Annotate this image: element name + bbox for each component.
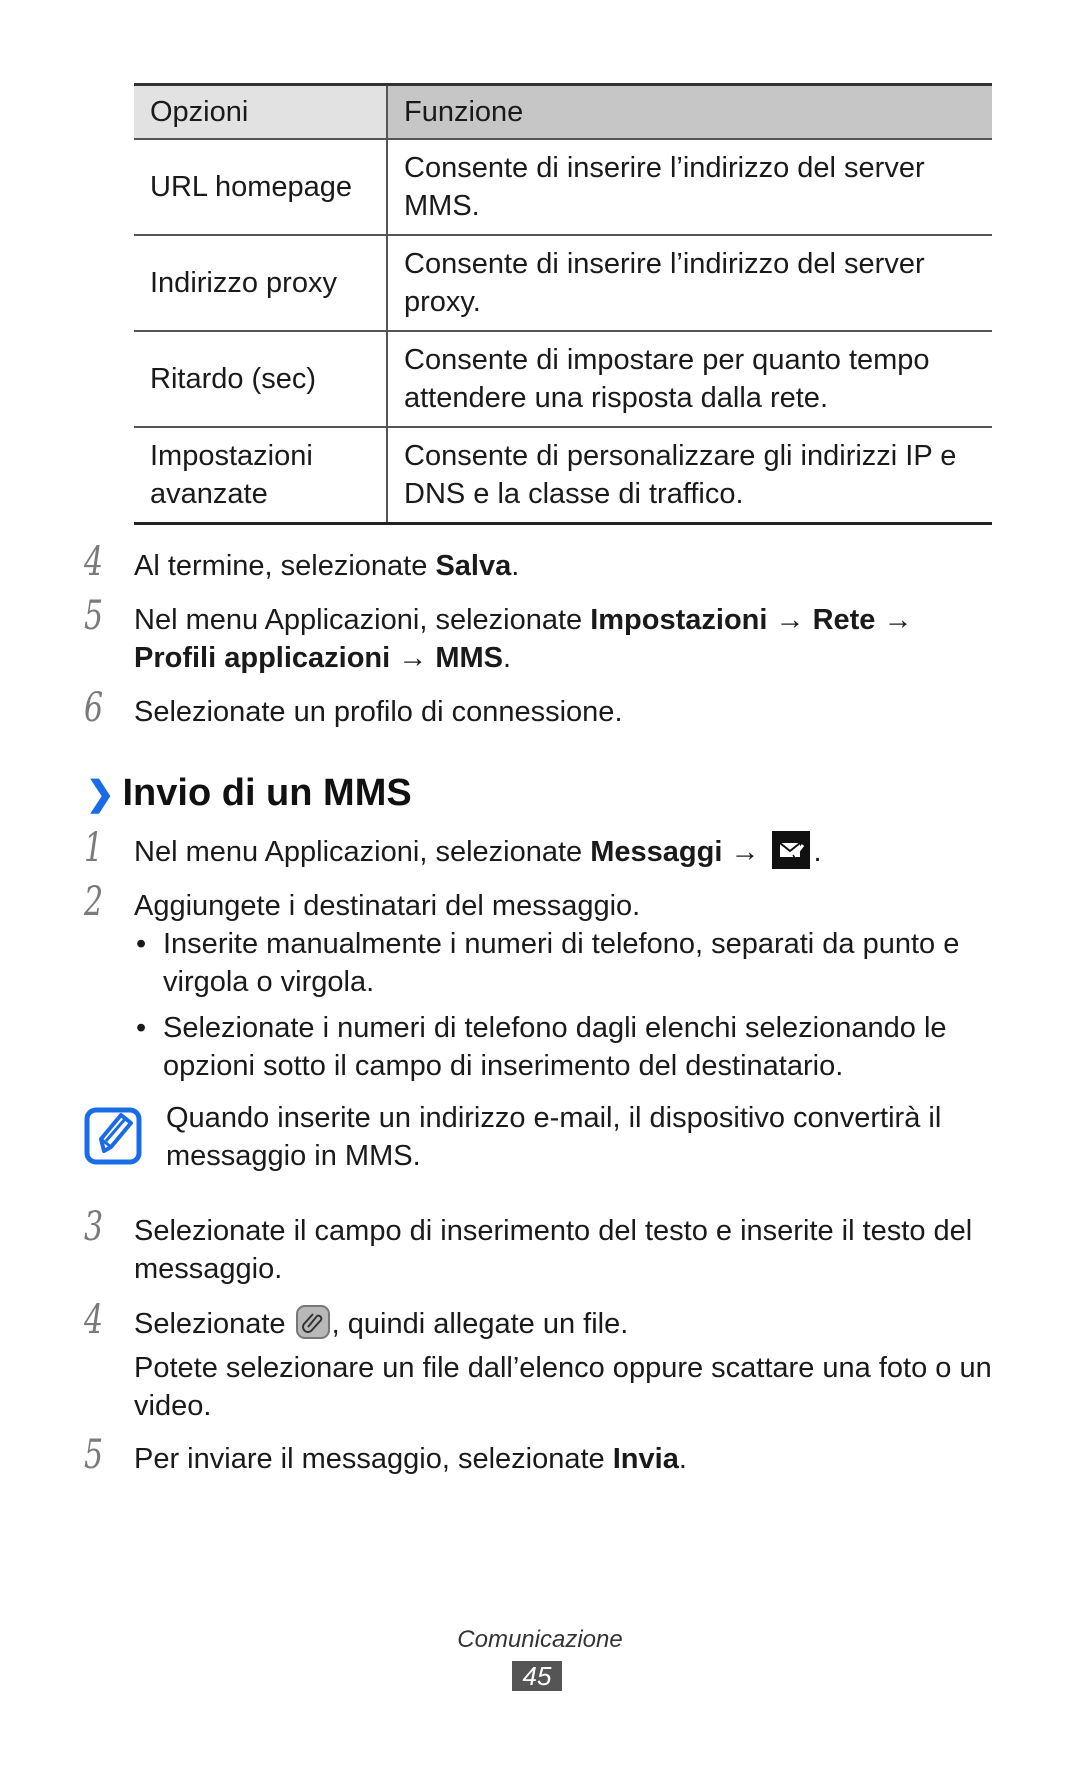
step-5-settings-path: 5 Nel menu Applicazioni, selezionate Imp… — [84, 593, 913, 674]
function-cell: Consente di inserire l’indirizzo del ser… — [404, 248, 925, 318]
bullet-item: • Inserite manualmente i numeri di telef… — [134, 925, 994, 1001]
header-function: Funzione — [387, 84, 992, 139]
option-cell: Impostazioni avanzate — [134, 427, 388, 524]
step-detail: Potete selezionare un file dall’elenco o… — [134, 1352, 992, 1422]
step-number: 1 — [84, 825, 104, 871]
option-cell: Indirizzo proxy — [134, 235, 388, 331]
step-5-send: 5 Per inviare il messaggio, selezionate … — [84, 1432, 687, 1478]
step-number: 3 — [84, 1204, 104, 1250]
option-cell: URL homepage — [134, 139, 388, 235]
step-4-attach-file: 4 Selezionate , quindi allegate un file.… — [84, 1300, 994, 1425]
table-row: URL homepage Consente di inserire l’indi… — [134, 139, 992, 235]
messages-label: Messaggi — [590, 836, 723, 868]
save-label: Salva — [435, 550, 512, 582]
attach-icon — [295, 1305, 330, 1340]
arrow-icon: → — [390, 642, 436, 674]
footer-section-label: Comunicazione — [457, 1626, 623, 1653]
function-cell: Consente di impostare per quanto tempo a… — [404, 344, 930, 414]
note-pencil-icon — [84, 1107, 142, 1165]
page-number: 45 — [512, 1661, 562, 1691]
options-table: Opzioni Funzione URL homepage Consente d… — [134, 83, 992, 525]
function-cell: Consente di inserire l’indirizzo del ser… — [404, 152, 925, 222]
function-cell: Consente di personalizzare gli indirizzi… — [404, 440, 957, 510]
step-1-open-messages: 1 Nel menu Applicazioni, selezionate Mes… — [84, 825, 822, 871]
send-label: Invia — [612, 1443, 679, 1475]
step-number: 2 — [84, 879, 104, 925]
manual-page: Opzioni Funzione URL homepage Consente d… — [0, 0, 1080, 1771]
bullet-item: • Selezionate i numeri di telefono dagli… — [134, 1009, 994, 1085]
step-number: 4 — [84, 1297, 104, 1343]
table-row: Indirizzo proxy Consente di inserire l’i… — [134, 235, 992, 331]
arrow-icon: → — [722, 836, 768, 868]
chevron-right-icon: ❯ — [86, 775, 115, 813]
header-options: Opzioni — [134, 84, 388, 139]
step-6-select-profile: 6 Selezionate un profilo di connessione. — [84, 685, 623, 731]
step-3-enter-text: 3 Selezionate il campo di inserimento de… — [84, 1204, 973, 1285]
table-row: Impostazioni avanzate Consente di person… — [134, 427, 992, 524]
step-number: 4 — [84, 539, 104, 585]
step-number: 5 — [84, 1432, 104, 1478]
section-title: Invio di un MMS — [122, 772, 412, 814]
table-row: Ritardo (sec) Consente di impostare per … — [134, 331, 992, 427]
note-text: Quando inserite un indirizzo e-mail, il … — [166, 1102, 942, 1172]
bullet-icon: • — [136, 928, 147, 960]
arrow-icon: → — [767, 604, 813, 636]
step-4-save: 4 Al termine, selezionate Salva. — [84, 539, 520, 585]
table-header-row: Opzioni Funzione — [134, 84, 992, 139]
step-number: 5 — [84, 593, 104, 639]
bullet-icon: • — [136, 1012, 147, 1044]
step-2-add-recipients: 2 Aggiungete i destinatari del messaggio… — [84, 879, 641, 925]
option-cell: Ritardo (sec) — [134, 331, 388, 427]
arrow-icon: → — [875, 604, 913, 636]
section-heading: ❯ Invio di un MMS — [86, 772, 412, 815]
step-number: 6 — [84, 685, 104, 731]
compose-message-icon — [771, 831, 810, 870]
